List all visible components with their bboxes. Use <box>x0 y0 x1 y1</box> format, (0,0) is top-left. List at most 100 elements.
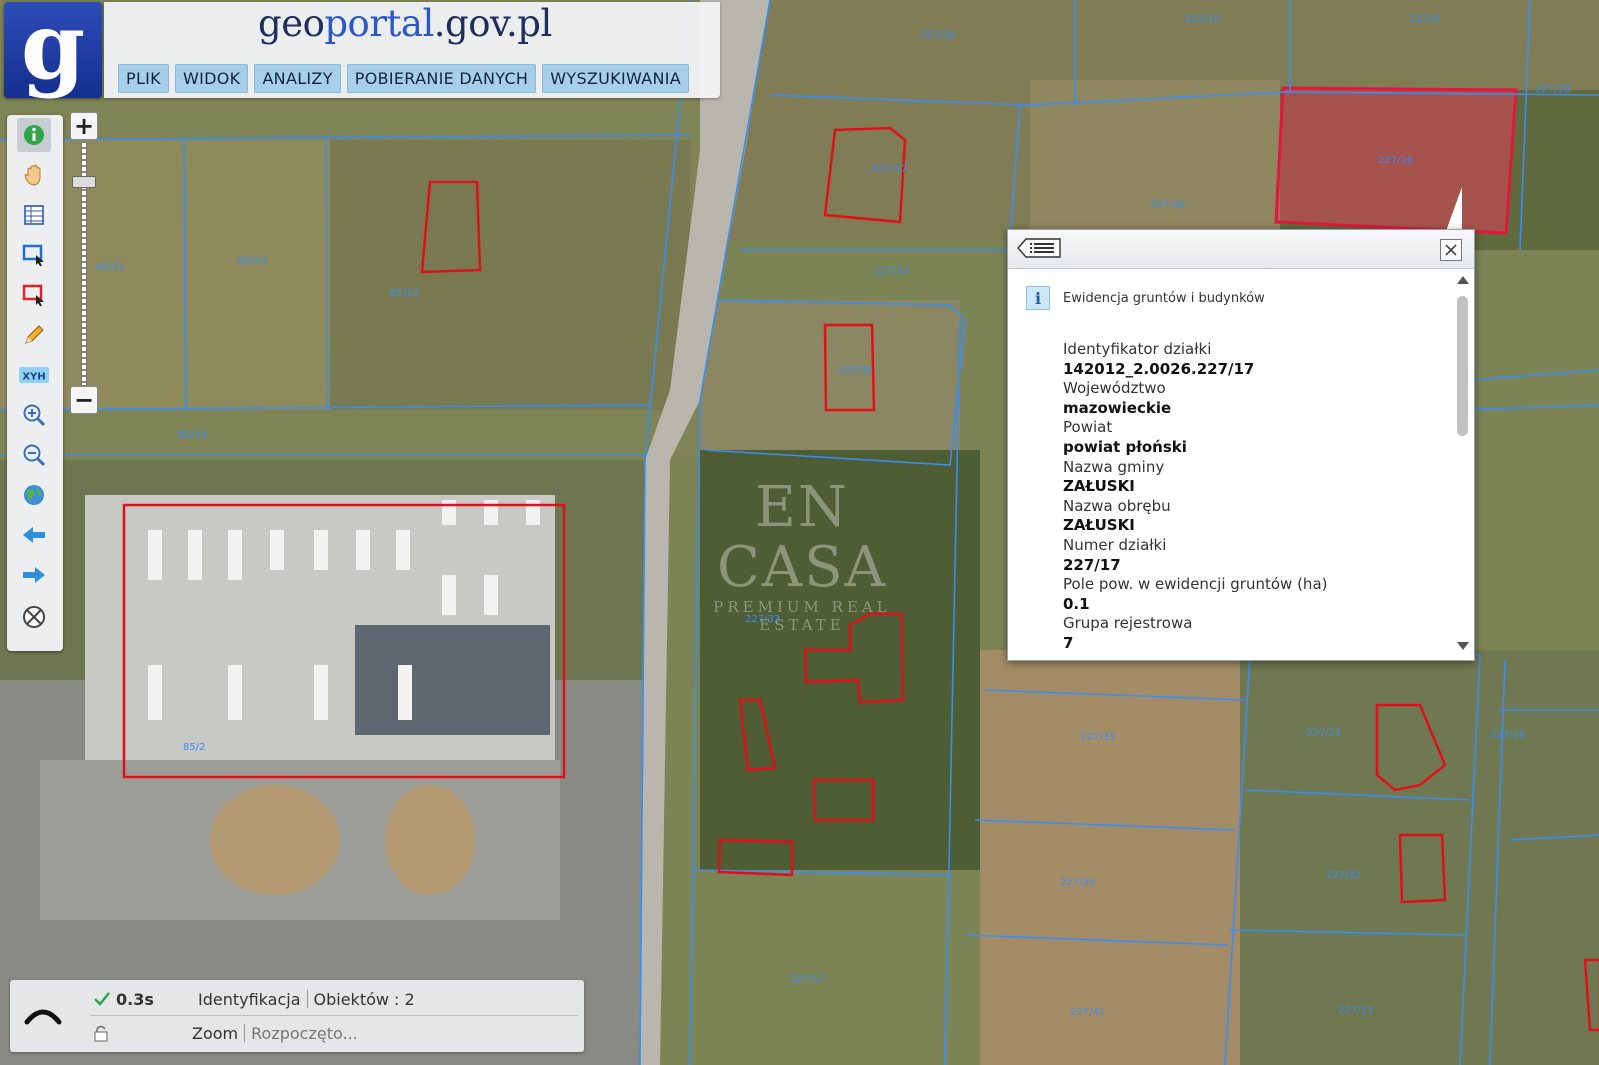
status-row-identify: 0.3s Identyfikacja Obiektów : 2 <box>94 986 415 1012</box>
status-bar: 0.3s Identyfikacja Obiektów : 2 Zoom Roz… <box>10 980 584 1052</box>
list-back-icon <box>1017 238 1061 258</box>
zoom-handle[interactable] <box>72 176 96 188</box>
select-rectangle-button[interactable] <box>17 238 51 272</box>
xyh-tool-button[interactable]: XYH <box>17 358 51 392</box>
globe-icon <box>24 485 44 505</box>
parcel-number-label: 227/9 <box>1410 14 1439 25</box>
watermark-title: EN CASA <box>716 475 888 600</box>
attr-label: Numer działki <box>1063 535 1167 554</box>
parcel-number-label: 227/10 <box>1185 14 1220 25</box>
attr-value: powiat płoński <box>1063 437 1187 456</box>
next-extent-button[interactable] <box>17 558 51 592</box>
status-row-zoom: Zoom Rozpoczęto... <box>94 1020 358 1046</box>
popup-body: i Ewidencja gruntów i budynków Identyfik… <box>1008 268 1452 660</box>
app-header: g geoportal.gov.pl PLIK WIDOK ANALIZY PO… <box>0 0 720 100</box>
status-started: Rozpoczęto... <box>251 1023 358 1043</box>
parcel-number-label: 227/27 <box>872 164 907 175</box>
parcel-number-label: 227/21 <box>1306 728 1341 739</box>
results-list-button[interactable] <box>1016 238 1062 258</box>
parcel-number-label: 85/14 <box>178 430 207 441</box>
attr-value: 142012_2.0026.227/17 <box>1063 359 1255 378</box>
draw-tool-button[interactable] <box>17 318 51 352</box>
select-rectangle-icon <box>22 244 44 266</box>
xyh-text: XYH <box>22 372 45 383</box>
select-rectangle-red-button[interactable] <box>17 278 51 312</box>
layer-row: i Ewidencja gruntów i budynków <box>1026 286 1265 310</box>
parcel-number-label: 227/36 <box>1060 877 1095 888</box>
menu-analizy[interactable]: ANALIZY <box>254 64 341 93</box>
zoom-out-tool-button[interactable] <box>17 438 51 472</box>
layer-name: Ewidencja gruntów i budynków <box>1063 290 1265 306</box>
brand-panel: geoportal.gov.pl PLIK WIDOK ANALIZY POBI… <box>104 2 720 98</box>
main-menu: PLIK WIDOK ANALIZY POBIERANIE DANYCH WYS… <box>118 64 690 93</box>
zoom-in-icon <box>23 404 46 427</box>
parcel-number-label: 227/32 <box>838 365 873 376</box>
previous-extent-button[interactable] <box>17 518 51 552</box>
parcel-number-label: 227/31 <box>874 266 909 277</box>
zoom-in-tool-button[interactable] <box>17 398 51 432</box>
attr-label: Powiat <box>1063 418 1113 437</box>
pencil-icon <box>25 325 44 344</box>
watermark: EN CASA PREMIUM REAL ESTATE <box>672 475 932 635</box>
menu-widok[interactable]: WIDOK <box>174 64 249 93</box>
parcel-number-label: 85/10 <box>238 256 267 267</box>
scroll-thumb[interactable] <box>1457 296 1468 436</box>
info-icon <box>24 125 44 145</box>
parcel-number-label: 227/28 <box>920 30 955 41</box>
geoportal-logo[interactable]: g <box>4 0 102 100</box>
parcel-number-label: 227/30 <box>1150 200 1185 211</box>
parcel-number-label: 227/19 <box>1490 730 1525 741</box>
attr-value: 227/17 <box>1063 555 1121 574</box>
brand-g: g <box>258 2 282 45</box>
pan-hand-icon <box>24 164 41 186</box>
pan-tool-button[interactable] <box>17 158 51 192</box>
popup-header <box>1008 230 1474 269</box>
left-toolbar: XYH <box>7 115 63 651</box>
attr-value: mazowieckie <box>1063 398 1172 417</box>
popup-pointer <box>1446 187 1462 231</box>
identify-popup: i Ewidencja gruntów i budynków Identyfik… <box>1007 229 1475 661</box>
clear-icon <box>23 606 45 628</box>
brand-eo: eo <box>281 2 325 45</box>
zoom-out-button[interactable]: − <box>70 386 98 414</box>
status-separator <box>244 1024 246 1042</box>
attr-value: ZAŁUSKI <box>1063 477 1135 496</box>
forward-arrow-icon <box>23 567 45 583</box>
parcel-number-label: 85/2 <box>183 742 205 753</box>
parcel-number-label: 85/11 <box>96 262 125 273</box>
attr-value: ZAŁUSKI <box>1063 516 1135 535</box>
lock-icon <box>94 1025 108 1042</box>
parcel-number-label: 227/22 <box>1326 870 1361 881</box>
logo-letter: g <box>20 0 86 100</box>
popup-close-button[interactable] <box>1440 239 1462 261</box>
status-objects: Obiektów : 2 <box>313 989 415 1009</box>
watermark-subtitle: PREMIUM REAL ESTATE <box>713 598 891 634</box>
brand-portal: portal <box>324 2 434 45</box>
parcel-number-label: 227/23 <box>1338 1005 1373 1016</box>
info-tool-button[interactable] <box>17 118 51 152</box>
status-action: Identyfikacja <box>198 989 301 1009</box>
menu-pobieranie-danych[interactable]: POBIERANIE DANYCH <box>346 64 537 93</box>
full-extent-button[interactable] <box>17 478 51 512</box>
parcel-number-label: 227/17 <box>790 974 825 985</box>
attr-label: Województwo <box>1063 379 1166 398</box>
popup-scrollbar[interactable] <box>1455 270 1471 658</box>
clear-button[interactable] <box>17 600 51 634</box>
attribute-table-button[interactable] <box>17 198 51 232</box>
status-divider <box>90 1015 578 1016</box>
scroll-up-icon[interactable] <box>1457 276 1469 284</box>
zoom-in-button[interactable]: + <box>70 112 98 140</box>
parcel-number-label: 227/18 <box>1535 84 1570 95</box>
close-icon <box>1445 244 1457 256</box>
loading-spinner-icon <box>24 1009 62 1025</box>
checkmark-icon <box>94 992 110 1006</box>
menu-plik[interactable]: PLIK <box>118 64 169 93</box>
attr-label: Nazwa obrębu <box>1063 496 1171 515</box>
table-icon <box>24 205 44 225</box>
status-separator <box>306 990 308 1008</box>
attr-label: Nazwa gminy <box>1063 457 1165 476</box>
zoom-out-icon <box>23 444 46 467</box>
scroll-down-icon[interactable] <box>1457 642 1469 650</box>
status-zoom: Zoom <box>192 1023 239 1043</box>
menu-wyszukiwania[interactable]: WYSZUKIWANIA <box>542 64 690 93</box>
